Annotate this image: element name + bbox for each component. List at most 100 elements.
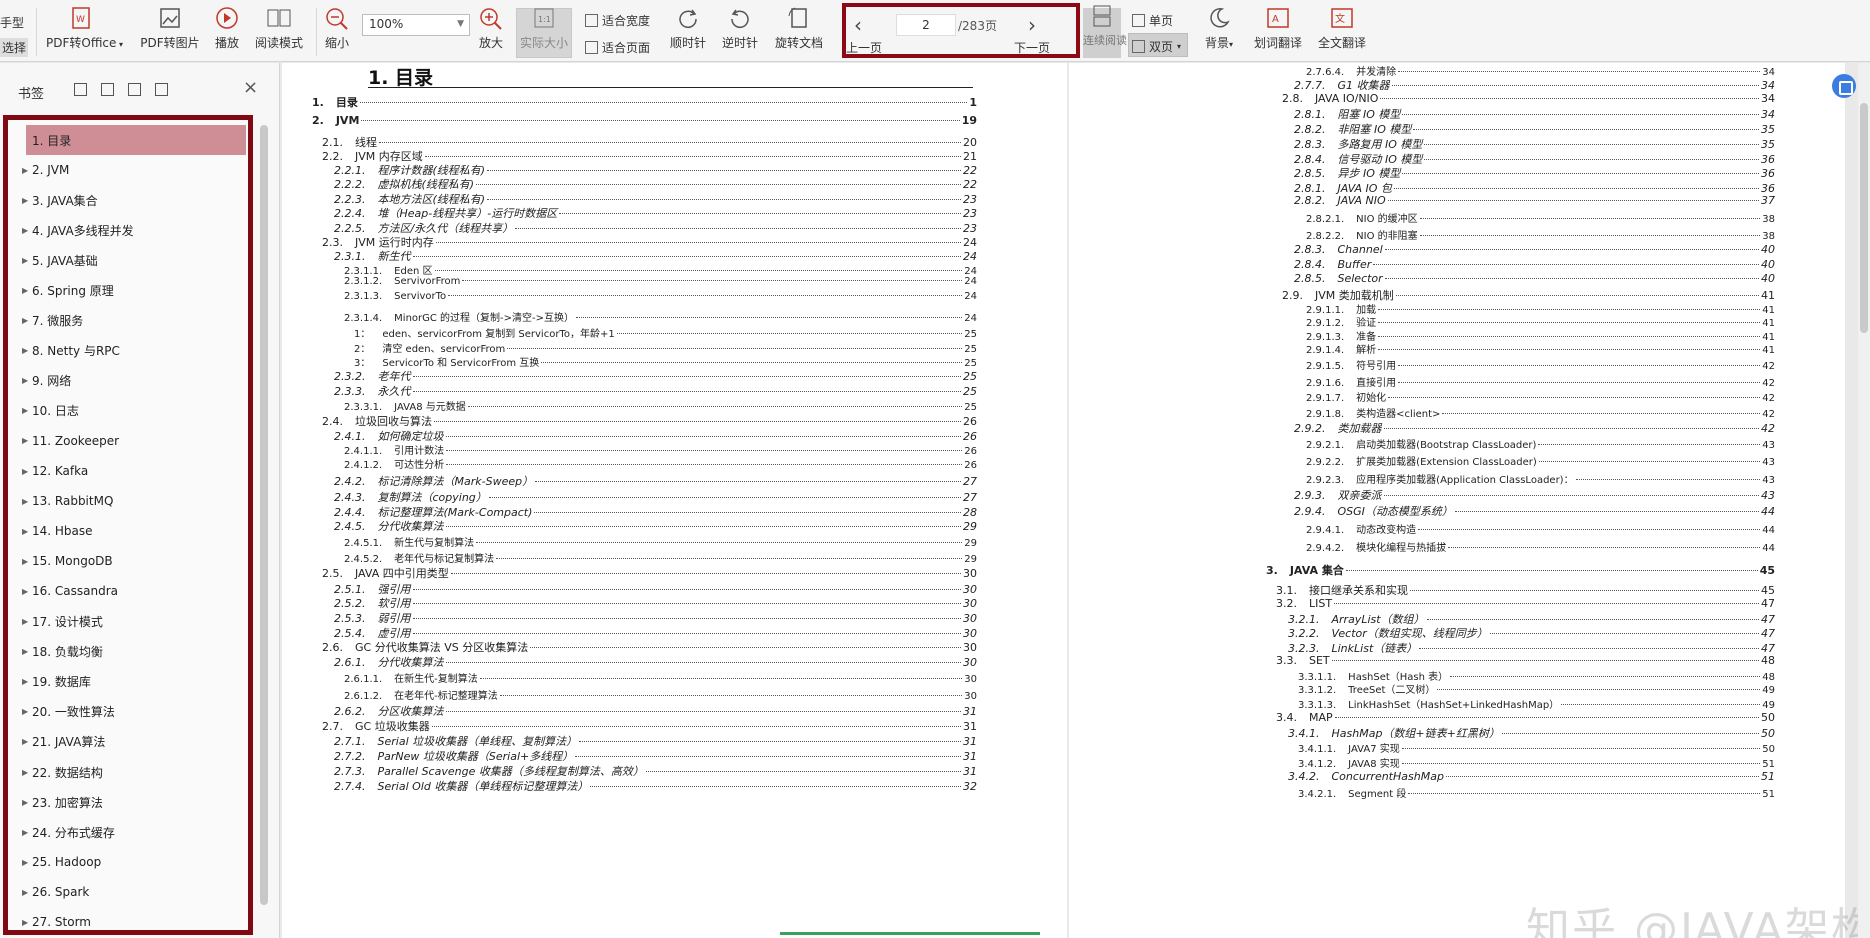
toc-entry[interactable]: 2. JVM 19 — [312, 114, 977, 127]
add-bookmark-icon[interactable] — [128, 83, 141, 96]
toc-entry[interactable]: 2.6.1. 分代收集算法 30 — [334, 654, 977, 670]
bookmark-item[interactable]: ▶ 17. 设计模式 — [8, 607, 248, 637]
toc-entry[interactable]: 2.4. 垃圾回收与算法 26 — [322, 413, 977, 429]
expand-arrow-icon[interactable]: ▶ — [22, 768, 32, 777]
toc-entry[interactable]: 2.7.4. Serial Old 收集器（单线程标记整理算法） 32 — [334, 778, 977, 794]
bookmark-item[interactable]: ▶ 8. Netty 与RPC — [8, 336, 248, 366]
bookmark-item[interactable]: ▶ 5. JAVA基础 — [8, 245, 248, 275]
toc-entry[interactable]: 3.4.1.1. JAVA7 实现 50 — [1298, 740, 1775, 755]
toc-entry[interactable]: 2.8.2.2. NIO 的非阻塞 38 — [1306, 227, 1775, 242]
expand-arrow-icon[interactable]: ▶ — [22, 527, 32, 536]
expand-arrow-icon[interactable]: ▶ — [22, 226, 32, 235]
toc-entry[interactable]: 2.9.4.2. 模块化编程与热插拔 44 — [1306, 539, 1775, 554]
fit-width-button[interactable]: 适合宽度 — [585, 12, 650, 29]
document-scrollbar[interactable] — [1858, 63, 1870, 938]
bookmark-item[interactable]: ▶ 11. Zookeeper — [8, 426, 248, 456]
zoom-select[interactable]: 100% ▼ — [362, 14, 470, 36]
bookmark-item[interactable]: ▶ 15. MongoDB — [8, 546, 248, 576]
single-page-button[interactable]: 单页 — [1132, 12, 1173, 29]
scrollbar-thumb[interactable] — [260, 125, 268, 905]
toc-entry[interactable]: 3.2.2. Vector（数组实现、线程同步） 47 — [1288, 625, 1775, 641]
expand-arrow-icon[interactable]: ▶ — [22, 196, 32, 205]
page-number-input[interactable]: 2 — [896, 14, 956, 36]
continuous-read-button[interactable]: 连续阅读 — [1083, 4, 1127, 48]
bookmark-item[interactable]: ▶ 12. Kafka — [8, 456, 248, 486]
bookmark-item[interactable]: ▶ 21. JAVA算法 — [8, 727, 248, 757]
floating-action-button[interactable] — [1832, 74, 1856, 98]
bookmark-item[interactable]: ▶ 13. RabbitMQ — [8, 486, 248, 516]
toc-entry[interactable]: 3.4.1.2. JAVA8 实现 51 — [1298, 755, 1775, 770]
toc-entry[interactable]: 2.6.2. 分区收集算法 31 — [334, 703, 977, 719]
bookmark-item[interactable]: ▶ 23. 加密算法 — [8, 787, 248, 817]
double-page-button[interactable]: 双页 ▾ — [1132, 38, 1181, 55]
toc-entry[interactable]: 2.8.5. Selector 40 — [1294, 272, 1775, 285]
toc-entry[interactable]: 2.9.2. 类加载器 42 — [1294, 420, 1775, 436]
chevron-left-icon[interactable]: ‹ — [854, 13, 862, 37]
toc-entry[interactable]: 2.2.4. 堆（Heap-线程共享）-运行时数据区 23 — [334, 205, 977, 221]
toc-entry[interactable]: 2.9.2.2. 扩展类加载器(Extension ClassLoader) 43 — [1306, 453, 1775, 468]
bookmark-item[interactable]: ▶ 4. JAVA多线程并发 — [8, 215, 248, 245]
toc-entry[interactable]: 3.2. LIST 47 — [1276, 597, 1775, 610]
toc-entry[interactable]: 3.3.1.2. TreeSet（二叉树） 49 — [1298, 681, 1775, 696]
bookmark-item[interactable]: ▶ 14. Hbase — [8, 516, 248, 546]
expand-arrow-icon[interactable]: ▶ — [22, 647, 32, 656]
bookmark-item[interactable]: ▶ 6. Spring 原理 — [8, 275, 248, 305]
toc-entry[interactable]: 2.3.2. 老年代 25 — [334, 368, 977, 384]
toc-entry[interactable]: 2.9.4. OSGI（动态模型系统） 44 — [1294, 503, 1775, 519]
pdf-to-image-button[interactable]: PDF转图片 — [140, 6, 200, 51]
toc-entry[interactable]: 2.8.5. 异步 IO 模型 36 — [1294, 165, 1775, 181]
expand-arrow-icon[interactable]: ▶ — [22, 497, 32, 506]
toc-entry[interactable]: 2.9.1.5. 符号引用 42 — [1306, 357, 1775, 372]
next-page-button[interactable]: 下一页 — [1014, 39, 1050, 56]
toc-entry[interactable]: 2.8.3. Channel 40 — [1294, 243, 1775, 256]
bookmark-item[interactable]: ▶ 16. Cassandra — [8, 576, 248, 606]
toc-entry[interactable]: 2.3.3. 永久代 25 — [334, 383, 977, 399]
toc-entry[interactable]: 2.3.1.1. Eden 区 24 — [344, 262, 977, 277]
bookmark-item[interactable]: ▶ 24. 分布式缓存 — [8, 817, 248, 847]
toc-entry[interactable]: 2.9.2.3. 应用程序类加载器(Application ClassLoader… — [1306, 471, 1775, 486]
toc-entry[interactable]: 2.5.2. 软引用 30 — [334, 595, 977, 611]
toc-entry[interactable]: 3： ServicorTo 和 ServicorFrom 互换 25 — [354, 354, 977, 369]
expand-arrow-icon[interactable]: ▶ — [22, 677, 32, 686]
toc-entry[interactable]: 3. JAVA 集合 45 — [1266, 562, 1775, 578]
bookmark-item[interactable]: ▶ 26. Spark — [8, 877, 248, 907]
toc-entry[interactable]: 2.8.2. JAVA NIO 37 — [1294, 194, 1775, 207]
bookmark-item[interactable]: ▶ 10. 日志 — [8, 396, 248, 426]
toc-entry[interactable]: 3.3.1.3. LinkHashSet（HashSet+LinkedHashMa… — [1298, 696, 1775, 711]
bookmark-item[interactable]: ▶ 22. 数据结构 — [8, 757, 248, 787]
toc-entry[interactable]: 3.4.2.1. Segment 段 51 — [1298, 785, 1775, 800]
toc-entry[interactable]: 2.4.5. 分代收集算法 29 — [334, 518, 977, 534]
toc-entry[interactable]: 2.7.1. Serial 垃圾收集器（单线程、复制算法） 31 — [334, 733, 977, 749]
toc-entry[interactable]: 2.3.1.2. ServivorFrom 24 — [344, 276, 977, 287]
hand-tool-button[interactable]: 手型 — [0, 14, 24, 31]
fit-page-button[interactable]: 适合页面 — [585, 39, 650, 56]
toc-entry[interactable]: 2.4.5.1. 新生代与复制算法 29 — [344, 534, 977, 549]
toc-entry[interactable]: 2.5. JAVA 四中引用类型 30 — [322, 565, 977, 581]
bookmark-item[interactable]: ▶ 3. JAVA集合 — [8, 185, 248, 215]
read-mode-button[interactable]: 阅读模式 — [254, 6, 304, 51]
toc-entry[interactable]: 3.3. SET 48 — [1276, 654, 1775, 667]
bookmark-item[interactable]: ▶ 25. Hadoop — [8, 847, 248, 877]
pdf-to-office-button[interactable]: W PDF转Office ▾ — [46, 6, 123, 51]
expand-arrow-icon[interactable]: ▶ — [22, 256, 32, 265]
expand-arrow-icon[interactable]: ▶ — [22, 617, 32, 626]
rotate-ccw-button[interactable]: 逆时针 — [720, 6, 760, 51]
toc-entry[interactable]: 2.4.3. 复制算法（copying） 27 — [334, 489, 977, 505]
toc-entry[interactable]: 3.4.2. ConcurrentHashMap 51 — [1288, 770, 1775, 783]
expand-arrow-icon[interactable]: ▶ — [22, 918, 32, 927]
toc-entry[interactable]: 2.9.4.1. 动态改变构造 44 — [1306, 521, 1775, 536]
toc-entry[interactable]: 2.8.4. Buffer 40 — [1294, 258, 1775, 271]
rotate-doc-button[interactable]: 旋转文档 — [773, 6, 825, 51]
toc-entry[interactable]: 2.4.1.1. 引用计数法 26 — [344, 442, 977, 457]
expand-arrow-icon[interactable]: ▶ — [22, 587, 32, 596]
toc-entry[interactable]: 2.6. GC 分代收集算法 VS 分区收集算法 30 — [322, 639, 977, 655]
toc-entry[interactable]: 2.4.1.2. 可达性分析 26 — [344, 456, 977, 471]
bookmark-item[interactable]: ▶ 19. 数据库 — [8, 667, 248, 697]
toc-entry[interactable]: 2.7.7. G1 收集器 34 — [1294, 77, 1775, 93]
collapse-bookmarks-icon[interactable] — [101, 83, 114, 96]
toc-entry[interactable]: 2.8.3. 多路复用 IO 模型 35 — [1294, 136, 1775, 152]
toc-entry[interactable]: 1： eden、servicorFrom 复制到 ServicorTo，年龄+1 2… — [354, 325, 977, 340]
delete-bookmark-icon[interactable] — [155, 83, 168, 96]
toc-entry[interactable]: 3.1. 接口继承关系和实现 45 — [1276, 582, 1775, 598]
expand-bookmarks-icon[interactable] — [74, 83, 87, 96]
